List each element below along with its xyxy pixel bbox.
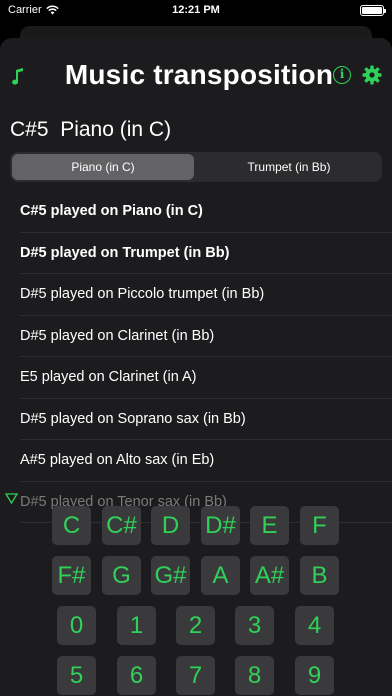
list-item-label: E5 played on Clarinet (in A) xyxy=(20,369,197,385)
list-item[interactable]: D#5 played on Piccolo trumpet (in Bb) xyxy=(20,274,392,316)
transposition-list: C#5 played on Piano (in C) D#5 played on… xyxy=(0,191,392,523)
key-f[interactable]: F xyxy=(300,506,339,545)
key-digit-8[interactable]: 8 xyxy=(235,656,274,695)
key-digit-3[interactable]: 3 xyxy=(235,606,274,645)
info-icon[interactable]: i xyxy=(333,66,351,84)
key-d-sharp[interactable]: D# xyxy=(201,506,240,545)
segment-trumpet[interactable]: Trumpet (in Bb) xyxy=(198,154,380,180)
battery-icon xyxy=(360,5,386,16)
key-a[interactable]: A xyxy=(201,556,240,595)
current-selection: C#5 Piano (in C) xyxy=(10,118,171,142)
list-item[interactable]: D#5 played on Soprano sax (in Bb) xyxy=(20,399,392,440)
key-digit-6[interactable]: 6 xyxy=(117,656,156,695)
selected-note: C#5 xyxy=(10,118,49,141)
key-f-sharp[interactable]: F# xyxy=(52,556,91,595)
key-d[interactable]: D xyxy=(151,506,190,545)
list-item-label: D#5 played on Piccolo trumpet (in Bb) xyxy=(20,286,265,302)
list-item-label: A#5 played on Alto sax (in Eb) xyxy=(20,452,215,468)
list-item[interactable]: C#5 played on Piano (in C) xyxy=(20,191,392,233)
gear-icon[interactable] xyxy=(362,65,382,85)
list-item-label: D#5 played on Trumpet (in Bb) xyxy=(20,244,230,261)
list-item[interactable]: D#5 played on Trumpet (in Bb) xyxy=(20,233,392,274)
header: Music transposition i xyxy=(0,38,392,116)
key-c[interactable]: C xyxy=(52,506,91,545)
key-digit-0[interactable]: 0 xyxy=(57,606,96,645)
key-digit-4[interactable]: 4 xyxy=(295,606,334,645)
instrument-segmented-control: Piano (in C) Trumpet (in Bb) xyxy=(10,152,382,182)
key-c-sharp[interactable]: C# xyxy=(102,506,141,545)
key-digit-2[interactable]: 2 xyxy=(176,606,215,645)
list-item[interactable]: A#5 played on Alto sax (in Eb) xyxy=(20,440,392,482)
list-item-label: C#5 played on Piano (in C) xyxy=(20,203,203,219)
key-digit-5[interactable]: 5 xyxy=(57,656,96,695)
selected-instrument: Piano (in C) xyxy=(60,118,172,141)
key-b[interactable]: B xyxy=(300,556,339,595)
list-item[interactable]: E5 played on Clarinet (in A) xyxy=(20,357,392,399)
status-bar: Carrier 12:21 PM xyxy=(0,0,392,22)
key-digit-7[interactable]: 7 xyxy=(176,656,215,695)
list-item-label: D#5 played on Clarinet (in Bb) xyxy=(20,327,215,344)
key-digit-9[interactable]: 9 xyxy=(295,656,334,695)
status-time: 12:21 PM xyxy=(172,4,220,16)
key-g[interactable]: G xyxy=(102,556,141,595)
key-e[interactable]: E xyxy=(250,506,289,545)
segment-piano[interactable]: Piano (in C) xyxy=(12,154,194,180)
key-digit-1[interactable]: 1 xyxy=(117,606,156,645)
list-item[interactable]: D#5 played on Clarinet (in Bb) xyxy=(20,316,392,357)
key-a-sharp[interactable]: A# xyxy=(250,556,289,595)
collapse-triangle-icon[interactable] xyxy=(5,493,18,504)
main-sheet: Music transposition i C#5 Piano (in C) P… xyxy=(0,38,392,696)
list-item-label: D#5 played on Soprano sax (in Bb) xyxy=(20,410,246,427)
key-g-sharp[interactable]: G# xyxy=(151,556,190,595)
